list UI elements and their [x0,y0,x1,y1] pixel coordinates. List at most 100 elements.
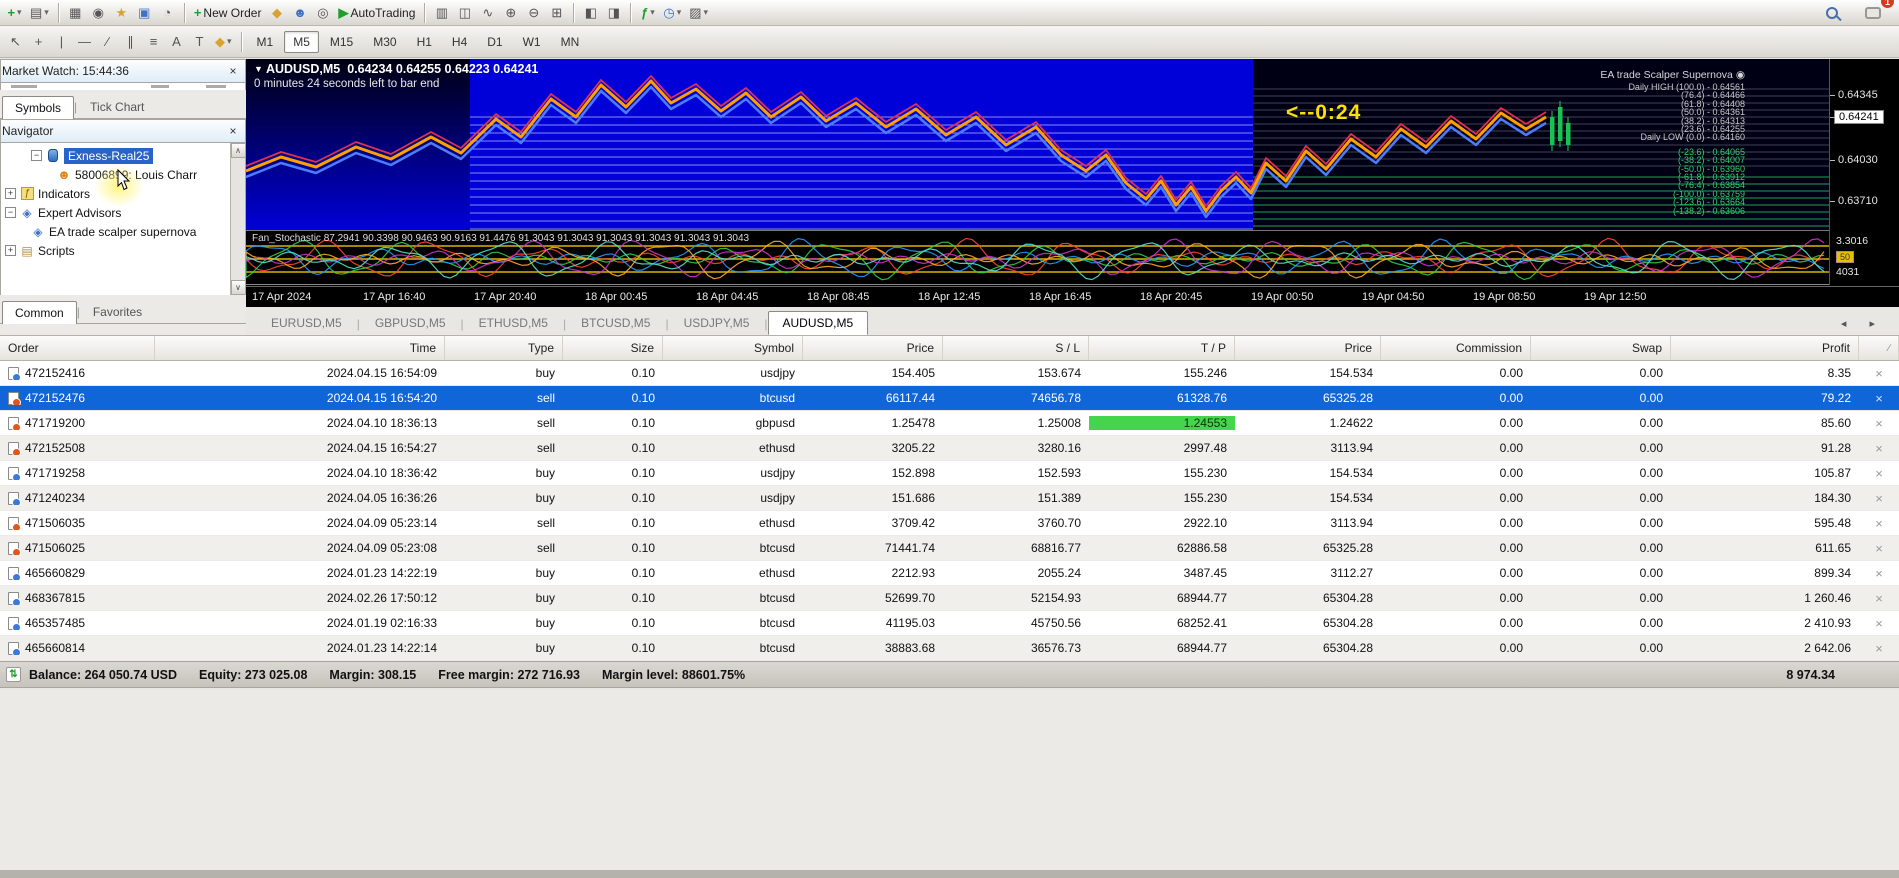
close-order-icon[interactable]: × [1875,441,1883,456]
vertical-line-tool-button[interactable]: | [50,31,73,53]
chart-plot[interactable]: ▼ AUDUSD,M5 0.64234 0.64255 0.64223 0.64… [246,59,1829,231]
bar-chart-button[interactable]: ▥ [430,2,453,24]
candlestick-chart-button[interactable]: ◫ [453,2,476,24]
periods-button[interactable]: ◷ ▾ [659,2,685,24]
timeframe-m15[interactable]: M15 [321,31,362,53]
timeframe-m30[interactable]: M30 [364,31,405,53]
close-order-icon[interactable]: × [1875,366,1883,381]
label-tool-button[interactable]: T [188,31,211,53]
autotrading-button[interactable]: ▶ AutoTrading [334,2,419,24]
order-row[interactable]: 471719258 2024.04.10 18:36:42 buy 0.10 usdjp… [0,461,1899,486]
indicators-button[interactable]: ƒ ▾ [636,2,659,24]
column-header-profit[interactable]: Profit [1671,336,1859,360]
close-icon[interactable]: × [225,63,241,79]
tree-expander-icon[interactable]: − [5,207,16,218]
order-row[interactable]: 472152416 2024.04.15 16:54:09 buy 0.10 usdjp… [0,361,1899,386]
timeframe-h1[interactable]: H1 [408,31,441,53]
stochastic-pane[interactable]: Fan_Stochastic 87.2941 90.3398 90.9463 9… [246,232,1829,285]
close-order-icon[interactable]: × [1875,516,1883,531]
timeframe-d1[interactable]: D1 [478,31,511,53]
scroll-down-icon[interactable]: ∨ [230,280,245,295]
templates-button[interactable]: ▨ ▾ [685,2,712,24]
arrange-horizontal-button[interactable]: ◨ [602,2,625,24]
navigator-scrollbar[interactable]: ∧ ∨ [230,143,245,295]
column-header-size[interactable]: Size [563,336,663,360]
navigator-item-58006899-louis-charr[interactable]: ☻ 58006899: Louis Charr [1,165,245,184]
close-order-icon[interactable]: × [1875,591,1883,606]
zoom-out-button[interactable]: ⊖ [522,2,545,24]
chart-tab-eurusd-m5[interactable]: EURUSD,M5 [256,311,357,335]
tab-scroll-arrows[interactable]: ◂ ▸ [1841,317,1885,330]
horizontal-line-tool-button[interactable]: — [73,31,96,53]
sounds-button[interactable]: ◎ [311,2,334,24]
column-header-sl[interactable]: S / L [943,336,1089,360]
column-header-price[interactable]: Price [1235,336,1381,360]
timeframe-m5[interactable]: M5 [284,30,319,53]
chart-dropdown-icon[interactable]: ▼ [254,64,263,74]
chat-button[interactable]: 1 [1861,0,1894,24]
data-window-button[interactable]: ◉ [87,2,110,24]
tile-windows-button[interactable]: ⊞ [545,2,568,24]
close-icon[interactable]: × [225,123,241,139]
column-header-symbol[interactable]: Symbol [663,336,803,360]
new-order-button[interactable]: + New Order [190,2,266,24]
strategy-tester-button[interactable]: ◔ [156,2,179,24]
line-chart-button[interactable]: ∿ [476,2,499,24]
chart-tab-usdjpy-m5[interactable]: USDJPY,M5 [669,311,765,335]
column-header-time[interactable]: Time [155,336,445,360]
column-header-type[interactable]: Type [445,336,563,360]
tab-symbols[interactable]: Symbols [2,96,75,119]
crosshair-tool-button[interactable]: + [27,31,50,53]
shapes-tool-button[interactable]: ◆ ▾ [211,31,236,53]
zoom-in-button[interactable]: ⊕ [499,2,522,24]
arrange-vertical-button[interactable]: ◧ [579,2,602,24]
metaeditor-button[interactable]: ◆ [265,2,288,24]
tab-common[interactable]: Common [2,301,77,324]
column-header-sort[interactable]: ∕ [1859,336,1899,360]
order-row[interactable]: 468367815 2024.02.26 17:50:12 buy 0.10 btcus… [0,586,1899,611]
price-scale[interactable]: 0.64345 0.64241 0.64030 0.63710 3.3016 50 4031 [1829,59,1899,285]
order-row[interactable]: 465357485 2024.01.19 02:16:33 buy 0.10 btcus… [0,611,1899,636]
close-order-icon[interactable]: × [1875,416,1883,431]
tree-expander-icon[interactable]: + [5,245,16,256]
timeframe-w1[interactable]: W1 [514,31,550,53]
tab-tick-chart[interactable]: Tick Chart [77,95,157,118]
navigator-item-ea-trade-scalper-supernova[interactable]: ◈ EA trade scalper supernova [1,222,245,241]
fibonacci-tool-button[interactable]: ≡ [142,31,165,53]
chart-tab-btcusd-m5[interactable]: BTCUSD,M5 [566,311,665,335]
close-order-icon[interactable]: × [1875,466,1883,481]
navigator-button[interactable]: ★ [110,2,133,24]
column-header-order[interactable]: Order [0,336,155,360]
close-order-icon[interactable]: × [1875,641,1883,656]
chart-tab-gbpusd-m5[interactable]: GBPUSD,M5 [360,311,461,335]
order-row[interactable]: 472152476 2024.04.15 16:54:20 sell 0.10 btcu… [0,386,1899,411]
order-row[interactable]: 472152508 2024.04.15 16:54:27 sell 0.10 ethu… [0,436,1899,461]
trendline-tool-button[interactable]: ∕ [96,31,119,53]
timeframe-m1[interactable]: M1 [248,31,283,53]
timeframe-mn[interactable]: MN [552,31,589,53]
profiles-button[interactable]: ▤ ▾ [26,2,53,24]
order-row[interactable]: 471240234 2024.04.05 16:36:26 buy 0.10 usdjp… [0,486,1899,511]
navigator-item-scripts[interactable]: + ▤ Scripts [1,241,245,260]
time-axis[interactable]: 17 Apr 2024 17 Apr 16:40 17 Apr 20:40 18 Ap… [246,286,1899,307]
tree-expander-icon[interactable]: + [5,188,16,199]
channel-tool-button[interactable]: ∥ [119,31,142,53]
scroll-up-icon[interactable]: ∧ [230,143,245,158]
text-tool-button[interactable]: A [165,31,188,53]
terminal-button[interactable]: ▣ [133,2,156,24]
order-row[interactable]: 471506035 2024.04.09 05:23:14 sell 0.10 ethu… [0,511,1899,536]
market-watch-button[interactable]: ▦ [64,2,87,24]
chart-tab-ethusd-m5[interactable]: ETHUSD,M5 [464,311,563,335]
new-chart-button[interactable]: + ▾ [3,2,26,24]
cursor-tool-button[interactable]: ↖ [4,31,27,53]
tree-expander-icon[interactable]: − [31,150,42,161]
close-order-icon[interactable]: × [1875,541,1883,556]
column-header-tp[interactable]: T / P [1089,336,1235,360]
order-row[interactable]: 465660814 2024.01.23 14:22:14 buy 0.10 btcus… [0,636,1899,661]
close-order-icon[interactable]: × [1875,566,1883,581]
timeframe-h4[interactable]: H4 [443,31,476,53]
navigator-item-expert-advisors[interactable]: − ◈ Expert Advisors [1,203,245,222]
close-order-icon[interactable]: × [1875,491,1883,506]
order-row[interactable]: 471719200 2024.04.10 18:36:13 sell 0.10 gbpu… [0,411,1899,436]
close-order-icon[interactable]: × [1875,616,1883,631]
